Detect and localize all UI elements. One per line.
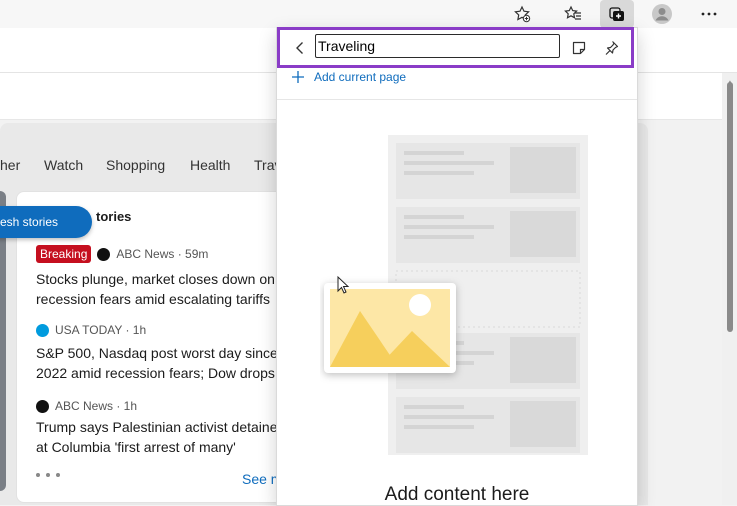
collections-icon[interactable] <box>600 0 634 28</box>
abc-news-logo-icon <box>36 399 49 413</box>
add-current-page-button[interactable]: Add current page <box>292 68 406 86</box>
placeholder-card <box>396 397 580 453</box>
fresh-stories-button[interactable]: esh stories <box>0 206 92 238</box>
image-placeholder-icon <box>324 283 456 373</box>
collection-header-highlight <box>277 27 634 68</box>
add-current-page-label: Add current page <box>314 70 407 84</box>
placeholder-card <box>396 207 580 263</box>
headline-line: recession fears amid escalating tariffs <box>36 291 270 307</box>
news-item-meta: ABC News · 1h <box>36 397 137 415</box>
favorites-icon[interactable] <box>556 0 590 28</box>
usa-today-logo-icon <box>36 323 49 337</box>
nav-item-weather[interactable]: her <box>0 157 20 173</box>
headline-line: Stocks plunge, market closes down on <box>36 271 275 287</box>
top-stories-heading: tories <box>96 209 132 224</box>
profile-avatar-icon[interactable] <box>645 0 679 28</box>
news-headline[interactable]: Stocks plunge, market closes down on rec… <box>36 269 275 309</box>
news-source: ABC News · 59m <box>116 247 209 261</box>
news-headline[interactable]: Trump says Palestinian activist detaine … <box>36 417 277 457</box>
panel-divider <box>277 99 637 100</box>
headline-line: at Columbia 'first arrest of many' <box>36 439 236 455</box>
scrollbar-thumb[interactable] <box>727 82 733 332</box>
headline-line: S&P 500, Nasdaq post worst day since <box>36 345 278 361</box>
nav-item-health[interactable]: Health <box>190 157 230 173</box>
nav-item-watch[interactable]: Watch <box>44 157 83 173</box>
add-favorite-icon[interactable] <box>505 0 539 28</box>
news-source: USA TODAY · 1h <box>55 323 147 337</box>
breaking-badge: Breaking <box>36 245 92 263</box>
news-item-meta: USA TODAY · 1h <box>36 321 146 339</box>
empty-state-title: Add content here <box>384 484 530 505</box>
carousel-dots[interactable] <box>36 473 60 477</box>
headline-line: 2022 amid recession fears; Dow drops <box>36 365 275 381</box>
plus-icon <box>292 71 304 83</box>
sign-in-link[interactable]: Sign in <box>640 91 677 105</box>
abc-news-logo-icon <box>97 247 111 261</box>
news-headline[interactable]: S&P 500, Nasdaq post worst day since 202… <box>36 343 278 383</box>
empty-collection-illustration <box>324 135 588 455</box>
browser-toolbar <box>0 0 737 28</box>
placeholder-card <box>396 143 580 199</box>
news-source: ABC News · 1h <box>55 399 138 413</box>
nav-item-shopping[interactable]: Shopping <box>106 157 165 173</box>
headline-line: Trump says Palestinian activist detaine <box>36 419 278 435</box>
more-options-icon[interactable] <box>692 0 726 28</box>
news-item-meta: Breaking ABC News · 59m <box>36 245 208 263</box>
